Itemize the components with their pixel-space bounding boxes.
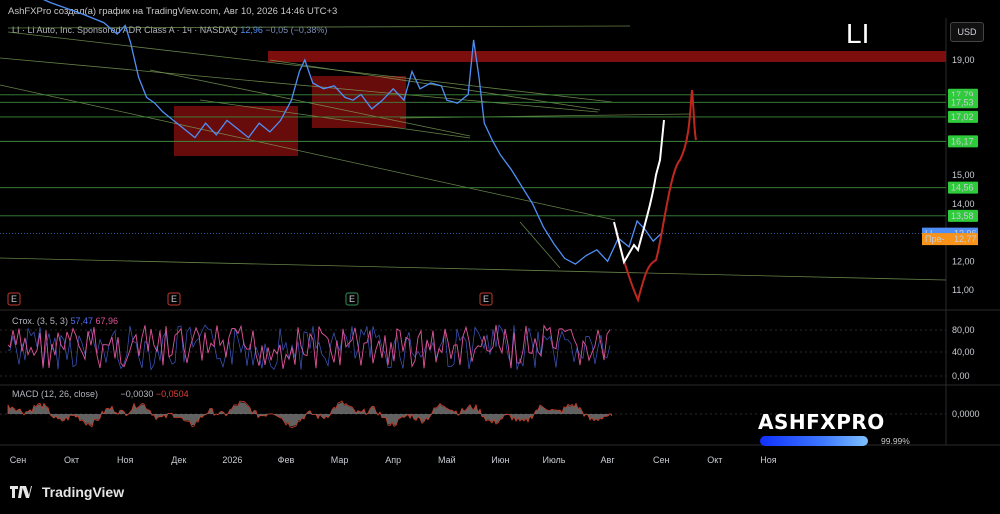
watermark-percent: 99.99% [881, 436, 910, 446]
price-series-line [43, 0, 662, 265]
level-tag-label: 14,56 [951, 183, 974, 193]
macd-legend: MACD (12, 26, close) −0,0030 −0,0504 [12, 389, 189, 399]
stoch-tick-label: 80,00 [952, 325, 975, 335]
trend-line [7, 25, 631, 29]
price-tick-label: 12,00 [952, 256, 975, 266]
brand-watermark: ASHFXPRO [758, 410, 885, 434]
level-tag-label: 16,17 [951, 136, 974, 146]
time-axis-label: Мар [331, 455, 349, 465]
trend-line [399, 113, 691, 119]
time-axis-label: Ноя [117, 455, 134, 465]
stoch-k-value: 57,47 [70, 316, 93, 326]
stoch-tick-label: 0,00 [952, 371, 970, 381]
supply-zone-left [174, 106, 298, 156]
time-axis-label: Авг [601, 455, 616, 465]
time-axis-label: Сен [653, 455, 670, 465]
price-tick-label: 11,00 [952, 285, 974, 295]
event-marker-label: E [171, 294, 177, 304]
macd-tick-label: 0,0000 [952, 409, 980, 419]
time-axis-label: Окт [64, 455, 79, 465]
footer-brand-text: TradingView [41, 484, 125, 500]
time-axis-label: Июль [543, 455, 566, 465]
time-axis-label: Июн [491, 455, 509, 465]
time-axis-label: 2026 [222, 455, 242, 465]
pre-market-tag-prefix: Пре- [925, 234, 944, 244]
footer-brand[interactable]: TradingView [10, 484, 124, 501]
price-tick-label: 15,00 [952, 170, 975, 180]
time-axis-label: Ноя [760, 455, 777, 465]
time-axis-label: Сен [10, 455, 27, 465]
macd-title: MACD (12, 26, close) [12, 389, 99, 399]
macd-value-2: −0,0504 [155, 389, 189, 399]
time-axis-label: Апр [385, 455, 401, 465]
price-tick-label: 19,00 [952, 55, 975, 65]
time-axis-label: Окт [707, 455, 722, 465]
pre-market-tag-value: 12,77 [954, 234, 977, 244]
level-tag-label: 17,02 [951, 112, 974, 122]
event-marker-label: E [483, 294, 489, 304]
trend-line [0, 257, 947, 281]
stoch-legend: Стох. (3, 5, 3) 57,47 67,96 [12, 316, 118, 326]
level-tag-label: 17,53 [951, 97, 974, 107]
time-axis-label: Дек [171, 455, 186, 465]
macd-value-1: −0,0030 [120, 389, 154, 399]
level-tag-label: 13,58 [951, 211, 974, 221]
event-marker-label: E [349, 294, 355, 304]
stoch-d-value: 67,96 [95, 316, 119, 326]
price-tick-label: 14,00 [952, 199, 975, 209]
supply-zone-top [268, 51, 946, 62]
event-marker-label: E [11, 294, 17, 304]
tradingview-logo-icon [10, 485, 32, 501]
stoch-title: Стох. (3, 5, 3) [12, 316, 68, 326]
time-axis-label: Фев [278, 455, 295, 465]
stoch-tick-label: 40,00 [952, 347, 975, 357]
projection-red [615, 89, 697, 303]
watermark-progress-bar [760, 436, 868, 446]
time-axis-label: Май [438, 455, 456, 465]
